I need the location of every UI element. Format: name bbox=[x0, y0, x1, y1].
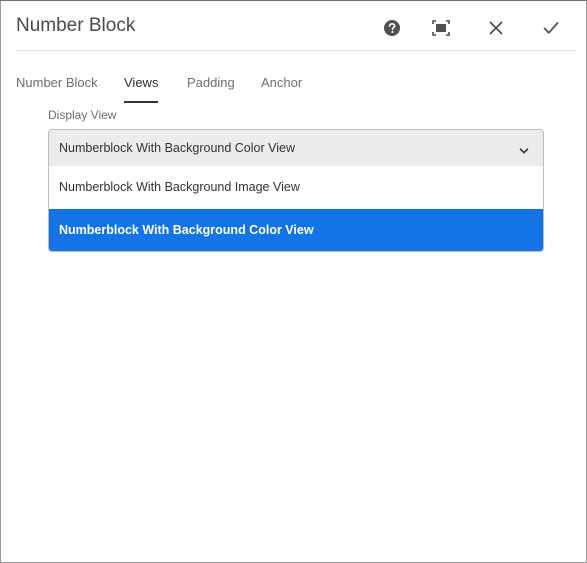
checkmark-icon bbox=[543, 21, 559, 35]
close-button[interactable] bbox=[482, 14, 510, 42]
tab-views[interactable]: Views bbox=[124, 75, 159, 103]
done-button[interactable] bbox=[537, 14, 565, 42]
fullscreen-button[interactable] bbox=[427, 14, 455, 42]
option-label: Numberblock With Background Image View bbox=[59, 180, 300, 194]
tab-label: Anchor bbox=[261, 75, 303, 90]
chevron-down-icon bbox=[519, 143, 529, 154]
tab-anchor[interactable]: Anchor bbox=[261, 75, 302, 103]
dialog: Number Block Number Block Views Padding … bbox=[0, 0, 587, 563]
tab-label: Views bbox=[124, 75, 159, 90]
tab-active-indicator bbox=[124, 101, 159, 103]
display-view-label: Display View bbox=[48, 108, 117, 122]
display-view-select[interactable]: Numberblock With Background Color View bbox=[48, 129, 544, 167]
header-divider bbox=[16, 50, 576, 51]
close-icon bbox=[489, 21, 503, 35]
tab-label: Padding bbox=[187, 75, 235, 90]
display-view-selected-value: Numberblock With Background Color View bbox=[59, 141, 295, 155]
dialog-title: Number Block bbox=[16, 15, 136, 36]
tab-label: Number Block bbox=[16, 75, 98, 90]
help-button[interactable] bbox=[378, 14, 406, 42]
option-background-color-view[interactable]: Numberblock With Background Color View bbox=[49, 209, 543, 251]
tab-number-block[interactable]: Number Block bbox=[16, 75, 98, 103]
dialog-header: Number Block bbox=[1, 1, 586, 51]
tab-padding[interactable]: Padding bbox=[187, 75, 235, 103]
display-view-options: Numberblock With Background Image View N… bbox=[48, 166, 544, 252]
fullscreen-icon bbox=[432, 20, 450, 36]
help-icon bbox=[383, 19, 401, 37]
option-label: Numberblock With Background Color View bbox=[59, 223, 314, 237]
option-background-image-view[interactable]: Numberblock With Background Image View bbox=[49, 166, 543, 208]
tab-list: Number Block Views Padding Anchor bbox=[16, 75, 576, 103]
